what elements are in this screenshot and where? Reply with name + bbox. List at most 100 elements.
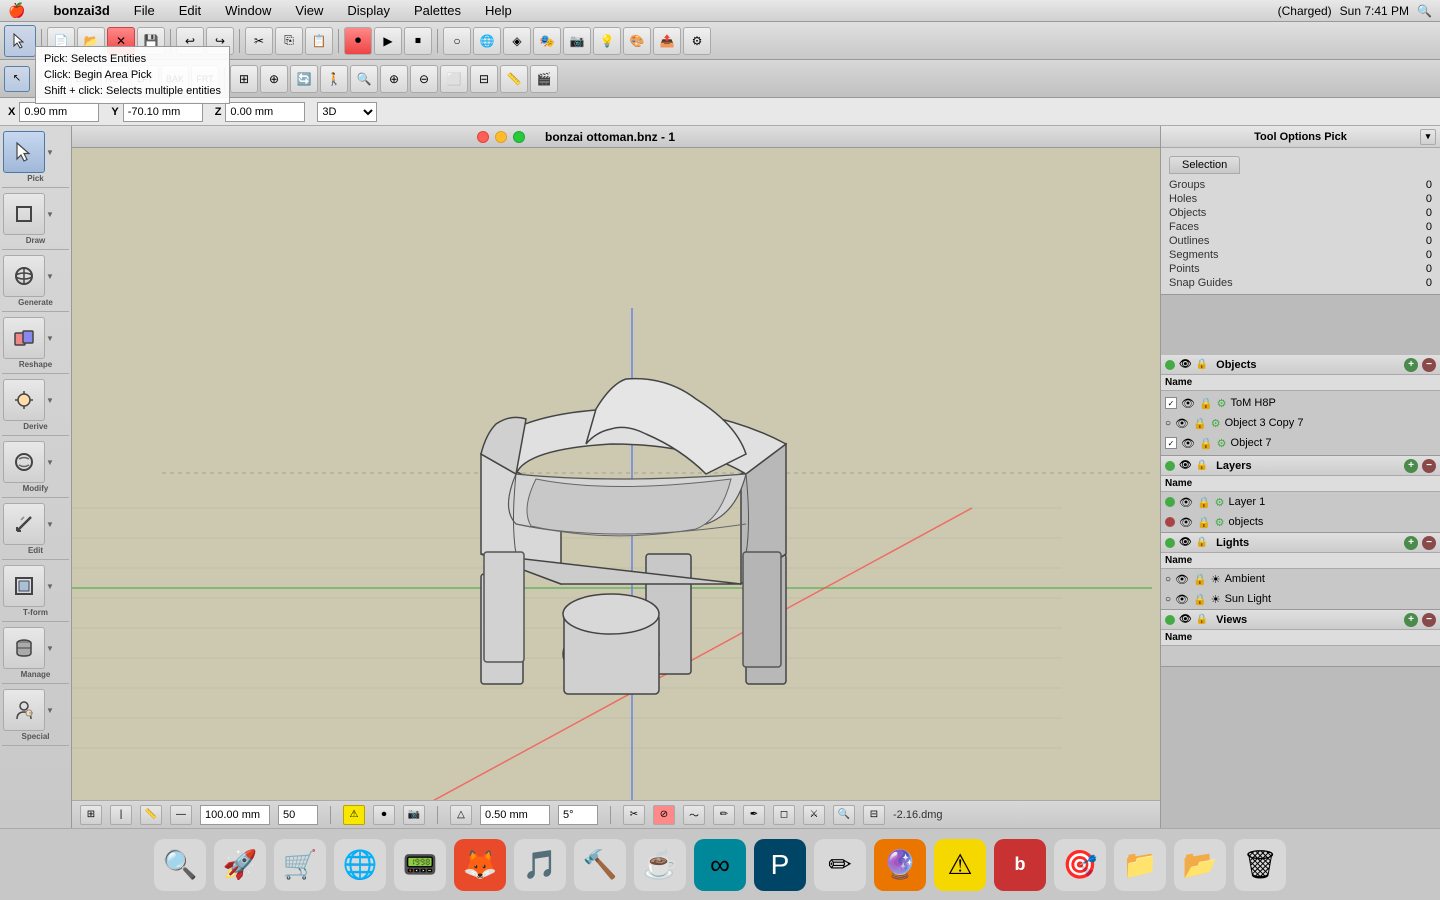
toolbar-materials[interactable]: 🎨 <box>623 27 651 55</box>
dock-arduino[interactable]: ∞ <box>694 839 746 891</box>
views-add-button[interactable]: + <box>1404 613 1418 627</box>
views-remove-button[interactable]: − <box>1422 613 1436 627</box>
dock-replicatorg[interactable]: ⚠ <box>934 839 986 891</box>
angle-input[interactable] <box>558 805 598 825</box>
dock-processing[interactable]: P <box>754 839 806 891</box>
manage-expand[interactable]: ▼ <box>46 644 54 653</box>
settings-icon-1[interactable]: ⚙ <box>1211 417 1221 430</box>
toolbar-paste[interactable]: 📋 <box>305 27 333 55</box>
dock-trash[interactable]: 🗑 <box>1234 839 1286 891</box>
dock-folder1[interactable]: 📁 <box>1114 839 1166 891</box>
dock-java[interactable]: ☕ <box>634 839 686 891</box>
layer-eye-1[interactable]: 👁 <box>1179 516 1193 529</box>
objects-add-button[interactable]: + <box>1404 358 1418 372</box>
toolbar-stop[interactable]: ⏹ <box>404 27 432 55</box>
menu-file[interactable]: File <box>130 3 159 18</box>
eye-icon[interactable]: 👁 <box>1181 397 1195 410</box>
layer-lock-1[interactable]: 🔒 <box>1197 516 1211 529</box>
apple-menu[interactable]: 🍎 <box>8 2 25 19</box>
anim-btn[interactable]: 🎬 <box>530 65 558 93</box>
toolbar-settings[interactable]: ⚙ <box>683 27 711 55</box>
toolbar-play[interactable]: ▶ <box>374 27 402 55</box>
dock-finder[interactable]: 🔍 <box>154 839 206 891</box>
toolbar-cut[interactable]: ✂ <box>245 27 273 55</box>
search-status-icon[interactable]: 🔍 <box>833 805 855 825</box>
layer-eye-0[interactable]: 👁 <box>1179 496 1193 509</box>
sidebar-pick-tool[interactable] <box>3 131 45 173</box>
sidebar-generate-tool[interactable] <box>3 255 45 297</box>
special-expand[interactable]: ▼ <box>46 706 54 715</box>
fit-all[interactable]: ⬜ <box>440 65 468 93</box>
dock-pencil[interactable]: ✏ <box>814 839 866 891</box>
search-icon[interactable]: 🔍 <box>1417 4 1432 18</box>
object-checkbox-2[interactable]: ✓ <box>1165 437 1177 449</box>
eye-icon-2[interactable]: 👁 <box>1181 437 1195 450</box>
status-polygon-icon[interactable]: △ <box>450 805 472 825</box>
layer-icon[interactable]: ⊟ <box>863 805 885 825</box>
hidden-icon-1[interactable]: ○ <box>1165 418 1171 429</box>
status-step-icon[interactable]: | <box>110 805 132 825</box>
dock-unknown1[interactable]: 🎯 <box>1054 839 1106 891</box>
status-grid-icon[interactable]: ⊞ <box>80 805 102 825</box>
dock-bonzai3d[interactable]: b <box>994 839 1046 891</box>
lights-remove-button[interactable]: − <box>1422 536 1436 550</box>
menu-display[interactable]: Display <box>343 3 394 18</box>
tool-options-menu[interactable]: ▾ <box>1420 129 1436 145</box>
orbit-btn[interactable]: 🔄 <box>290 65 318 93</box>
sidebar-draw-tool[interactable] <box>3 193 45 235</box>
dock-folder2[interactable]: 📂 <box>1174 839 1226 891</box>
list-item[interactable]: ○ 👁 🔒 ☀ Ambient <box>1161 569 1440 589</box>
dock-xcode[interactable]: 🔨 <box>574 839 626 891</box>
tform-expand[interactable]: ▼ <box>46 582 54 591</box>
dock-safari[interactable]: 🌐 <box>334 839 386 891</box>
sidebar-edit-tool[interactable] <box>3 503 45 545</box>
menu-palettes[interactable]: Palettes <box>410 3 465 18</box>
sidebar-modify-tool[interactable] <box>3 441 45 483</box>
sidebar-reshape-tool[interactable] <box>3 317 45 359</box>
lock-icon-1[interactable]: 🔒 <box>1193 417 1207 430</box>
settings-icon-2[interactable]: ⚙ <box>1217 437 1227 450</box>
cut-icon[interactable]: ✂ <box>623 805 645 825</box>
section-btn[interactable]: ⊟ <box>470 65 498 93</box>
status-ruler-icon[interactable]: — <box>170 805 192 825</box>
light-lock-1[interactable]: 🔒 <box>1193 593 1207 606</box>
light-eye-1[interactable]: 👁 <box>1175 593 1189 606</box>
settings-icon-0[interactable]: ⚙ <box>1217 397 1227 410</box>
measure-btn[interactable]: 📏 <box>500 65 528 93</box>
offset-input[interactable] <box>480 805 550 825</box>
viewport-3d[interactable] <box>72 148 1160 800</box>
pick-expand[interactable]: ▼ <box>46 148 54 157</box>
light-eye-0[interactable]: 👁 <box>1175 573 1189 586</box>
status-camera-icon[interactable]: 📷 <box>403 805 425 825</box>
knife-icon[interactable]: ⚔ <box>803 805 825 825</box>
menu-window[interactable]: Window <box>221 3 275 18</box>
dock-itunes[interactable]: 🎵 <box>514 839 566 891</box>
maximize-button[interactable] <box>513 131 525 143</box>
toolbar-3d[interactable]: ◈ <box>503 27 531 55</box>
z-input[interactable] <box>225 102 305 122</box>
selection-tab[interactable]: Selection <box>1169 156 1240 174</box>
reshape-expand[interactable]: ▼ <box>46 334 54 343</box>
status-record-icon[interactable]: ⏺ <box>373 805 395 825</box>
list-item[interactable]: ○ 👁 🔒 ☀ Sun Light <box>1161 589 1440 609</box>
dock-launchpad[interactable]: 🚀 <box>214 839 266 891</box>
draw-expand[interactable]: ▼ <box>46 210 54 219</box>
pencil-icon[interactable]: ✒ <box>743 805 765 825</box>
list-item[interactable]: ✓ 👁 🔒 ⚙ ToM H8P <box>1161 393 1440 413</box>
no-icon[interactable]: ⊘ <box>653 805 675 825</box>
status-measure-icon[interactable]: 📏 <box>140 805 162 825</box>
toolbar-render[interactable]: 🎭 <box>533 27 561 55</box>
list-item[interactable]: 👁 🔒 ⚙ objects <box>1161 512 1440 532</box>
toolbar-lights[interactable]: 💡 <box>593 27 621 55</box>
lights-add-button[interactable]: + <box>1404 536 1418 550</box>
pen-icon[interactable]: ✏ <box>713 805 735 825</box>
curve-icon[interactable]: 〜 <box>683 805 705 825</box>
layers-remove-button[interactable]: − <box>1422 459 1436 473</box>
zoom-out[interactable]: ⊖ <box>410 65 438 93</box>
list-item[interactable]: ✓ 👁 🔒 ⚙ Object 7 <box>1161 433 1440 453</box>
x-input[interactable] <box>19 102 99 122</box>
sidebar-derive-tool[interactable] <box>3 379 45 421</box>
objects-remove-button[interactable]: − <box>1422 358 1436 372</box>
dock-appstore[interactable]: 🛒 <box>274 839 326 891</box>
menu-bonzai3d[interactable]: bonzai3d <box>49 3 113 18</box>
